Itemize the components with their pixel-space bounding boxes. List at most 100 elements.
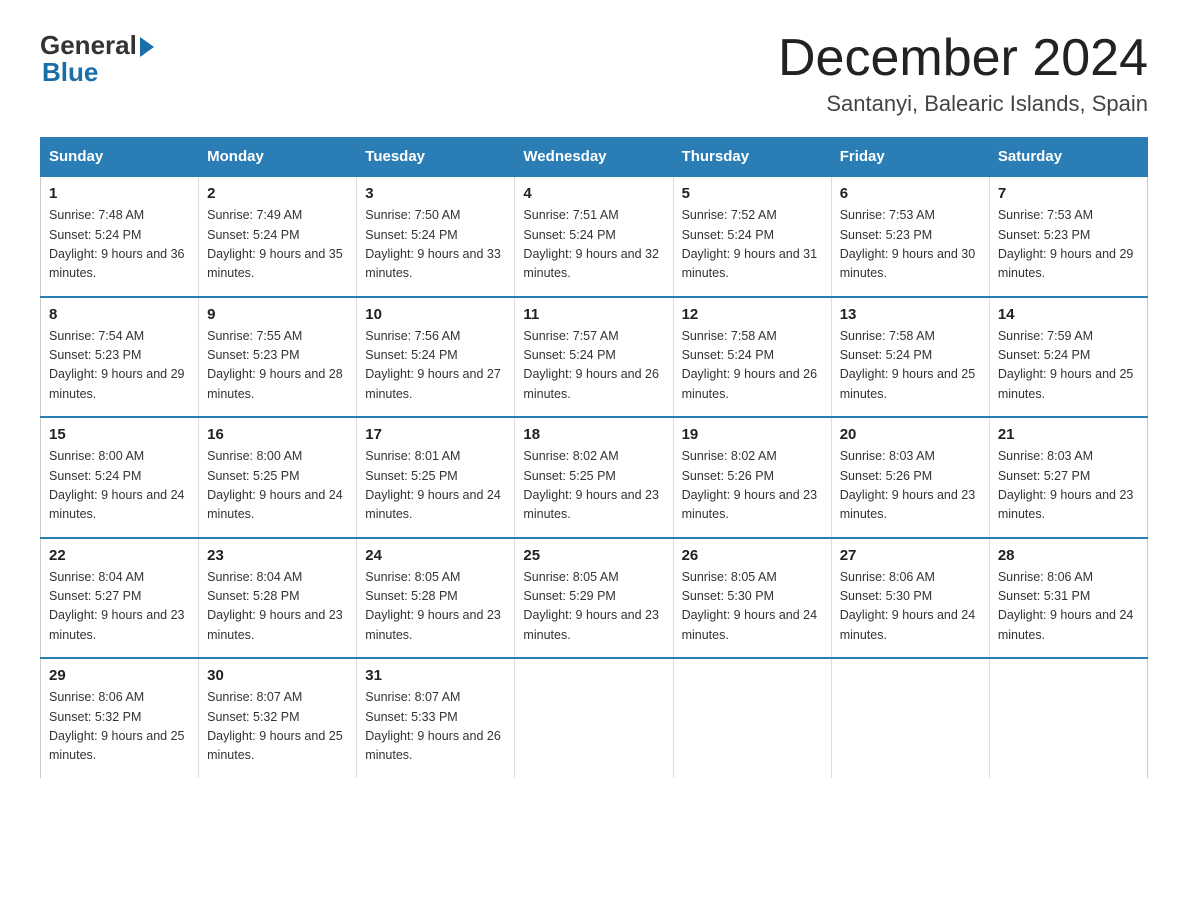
calendar-cell: 18 Sunrise: 8:02 AMSunset: 5:25 PMDaylig… [515,417,673,538]
day-info: Sunrise: 8:05 AMSunset: 5:28 PMDaylight:… [365,570,501,642]
weekday-header-wednesday: Wednesday [515,138,673,177]
day-info: Sunrise: 8:00 AMSunset: 5:24 PMDaylight:… [49,449,185,521]
weekday-header-row: SundayMondayTuesdayWednesdayThursdayFrid… [41,138,1148,177]
page-header: General Blue December 2024 Santanyi, Bal… [40,30,1148,117]
calendar-cell: 15 Sunrise: 8:00 AMSunset: 5:24 PMDaylig… [41,417,199,538]
day-number: 31 [365,667,506,684]
day-info: Sunrise: 7:58 AMSunset: 5:24 PMDaylight:… [682,329,818,401]
title-area: December 2024 Santanyi, Balearic Islands… [778,30,1148,117]
day-info: Sunrise: 7:50 AMSunset: 5:24 PMDaylight:… [365,208,501,280]
day-number: 11 [523,306,664,323]
day-info: Sunrise: 8:00 AMSunset: 5:25 PMDaylight:… [207,449,343,521]
day-number: 16 [207,426,348,443]
calendar-cell [515,658,673,778]
calendar-table: SundayMondayTuesdayWednesdayThursdayFrid… [40,137,1148,778]
calendar-cell: 30 Sunrise: 8:07 AMSunset: 5:32 PMDaylig… [199,658,357,778]
calendar-cell: 1 Sunrise: 7:48 AMSunset: 5:24 PMDayligh… [41,176,199,297]
calendar-week-row: 1 Sunrise: 7:48 AMSunset: 5:24 PMDayligh… [41,176,1148,297]
day-number: 6 [840,185,981,202]
calendar-cell: 25 Sunrise: 8:05 AMSunset: 5:29 PMDaylig… [515,538,673,659]
day-number: 12 [682,306,823,323]
day-number: 4 [523,185,664,202]
calendar-cell: 4 Sunrise: 7:51 AMSunset: 5:24 PMDayligh… [515,176,673,297]
calendar-cell: 26 Sunrise: 8:05 AMSunset: 5:30 PMDaylig… [673,538,831,659]
calendar-cell [831,658,989,778]
calendar-cell: 31 Sunrise: 8:07 AMSunset: 5:33 PMDaylig… [357,658,515,778]
calendar-cell: 2 Sunrise: 7:49 AMSunset: 5:24 PMDayligh… [199,176,357,297]
day-number: 17 [365,426,506,443]
calendar-cell: 22 Sunrise: 8:04 AMSunset: 5:27 PMDaylig… [41,538,199,659]
day-number: 19 [682,426,823,443]
day-number: 14 [998,306,1139,323]
calendar-cell: 6 Sunrise: 7:53 AMSunset: 5:23 PMDayligh… [831,176,989,297]
month-title: December 2024 [778,30,1148,87]
day-info: Sunrise: 8:03 AMSunset: 5:27 PMDaylight:… [998,449,1134,521]
calendar-cell: 7 Sunrise: 7:53 AMSunset: 5:23 PMDayligh… [989,176,1147,297]
day-number: 2 [207,185,348,202]
day-info: Sunrise: 7:53 AMSunset: 5:23 PMDaylight:… [998,208,1134,280]
calendar-week-row: 15 Sunrise: 8:00 AMSunset: 5:24 PMDaylig… [41,417,1148,538]
weekday-header-tuesday: Tuesday [357,138,515,177]
calendar-cell: 12 Sunrise: 7:58 AMSunset: 5:24 PMDaylig… [673,297,831,418]
calendar-cell: 14 Sunrise: 7:59 AMSunset: 5:24 PMDaylig… [989,297,1147,418]
calendar-cell: 27 Sunrise: 8:06 AMSunset: 5:30 PMDaylig… [831,538,989,659]
logo-arrow-icon [140,37,154,57]
calendar-cell: 19 Sunrise: 8:02 AMSunset: 5:26 PMDaylig… [673,417,831,538]
day-info: Sunrise: 8:04 AMSunset: 5:27 PMDaylight:… [49,570,185,642]
day-info: Sunrise: 7:51 AMSunset: 5:24 PMDaylight:… [523,208,659,280]
calendar-cell: 28 Sunrise: 8:06 AMSunset: 5:31 PMDaylig… [989,538,1147,659]
day-number: 21 [998,426,1139,443]
weekday-header-thursday: Thursday [673,138,831,177]
day-number: 24 [365,547,506,564]
day-info: Sunrise: 8:02 AMSunset: 5:26 PMDaylight:… [682,449,818,521]
calendar-cell: 5 Sunrise: 7:52 AMSunset: 5:24 PMDayligh… [673,176,831,297]
day-number: 7 [998,185,1139,202]
weekday-header-friday: Friday [831,138,989,177]
location-subtitle: Santanyi, Balearic Islands, Spain [778,91,1148,117]
day-info: Sunrise: 8:06 AMSunset: 5:32 PMDaylight:… [49,690,185,762]
day-number: 13 [840,306,981,323]
day-info: Sunrise: 8:07 AMSunset: 5:33 PMDaylight:… [365,690,501,762]
day-info: Sunrise: 7:52 AMSunset: 5:24 PMDaylight:… [682,208,818,280]
day-number: 3 [365,185,506,202]
day-number: 18 [523,426,664,443]
day-info: Sunrise: 8:01 AMSunset: 5:25 PMDaylight:… [365,449,501,521]
day-number: 23 [207,547,348,564]
day-info: Sunrise: 8:07 AMSunset: 5:32 PMDaylight:… [207,690,343,762]
day-number: 20 [840,426,981,443]
day-info: Sunrise: 7:54 AMSunset: 5:23 PMDaylight:… [49,329,185,401]
calendar-cell: 24 Sunrise: 8:05 AMSunset: 5:28 PMDaylig… [357,538,515,659]
day-number: 30 [207,667,348,684]
calendar-cell: 10 Sunrise: 7:56 AMSunset: 5:24 PMDaylig… [357,297,515,418]
day-number: 1 [49,185,190,202]
day-info: Sunrise: 8:04 AMSunset: 5:28 PMDaylight:… [207,570,343,642]
day-info: Sunrise: 7:49 AMSunset: 5:24 PMDaylight:… [207,208,343,280]
day-info: Sunrise: 8:05 AMSunset: 5:29 PMDaylight:… [523,570,659,642]
day-info: Sunrise: 7:56 AMSunset: 5:24 PMDaylight:… [365,329,501,401]
calendar-week-row: 22 Sunrise: 8:04 AMSunset: 5:27 PMDaylig… [41,538,1148,659]
logo: General Blue [40,30,154,88]
calendar-cell: 8 Sunrise: 7:54 AMSunset: 5:23 PMDayligh… [41,297,199,418]
calendar-cell: 11 Sunrise: 7:57 AMSunset: 5:24 PMDaylig… [515,297,673,418]
calendar-cell: 3 Sunrise: 7:50 AMSunset: 5:24 PMDayligh… [357,176,515,297]
day-info: Sunrise: 7:58 AMSunset: 5:24 PMDaylight:… [840,329,976,401]
day-info: Sunrise: 7:59 AMSunset: 5:24 PMDaylight:… [998,329,1134,401]
calendar-cell: 21 Sunrise: 8:03 AMSunset: 5:27 PMDaylig… [989,417,1147,538]
calendar-cell: 9 Sunrise: 7:55 AMSunset: 5:23 PMDayligh… [199,297,357,418]
calendar-week-row: 29 Sunrise: 8:06 AMSunset: 5:32 PMDaylig… [41,658,1148,778]
day-number: 5 [682,185,823,202]
weekday-header-sunday: Sunday [41,138,199,177]
day-number: 10 [365,306,506,323]
calendar-cell: 16 Sunrise: 8:00 AMSunset: 5:25 PMDaylig… [199,417,357,538]
day-info: Sunrise: 7:55 AMSunset: 5:23 PMDaylight:… [207,329,343,401]
weekday-header-saturday: Saturday [989,138,1147,177]
calendar-cell: 23 Sunrise: 8:04 AMSunset: 5:28 PMDaylig… [199,538,357,659]
day-number: 27 [840,547,981,564]
weekday-header-monday: Monday [199,138,357,177]
calendar-cell: 13 Sunrise: 7:58 AMSunset: 5:24 PMDaylig… [831,297,989,418]
day-number: 15 [49,426,190,443]
calendar-cell [989,658,1147,778]
day-number: 8 [49,306,190,323]
day-number: 9 [207,306,348,323]
day-info: Sunrise: 8:06 AMSunset: 5:30 PMDaylight:… [840,570,976,642]
